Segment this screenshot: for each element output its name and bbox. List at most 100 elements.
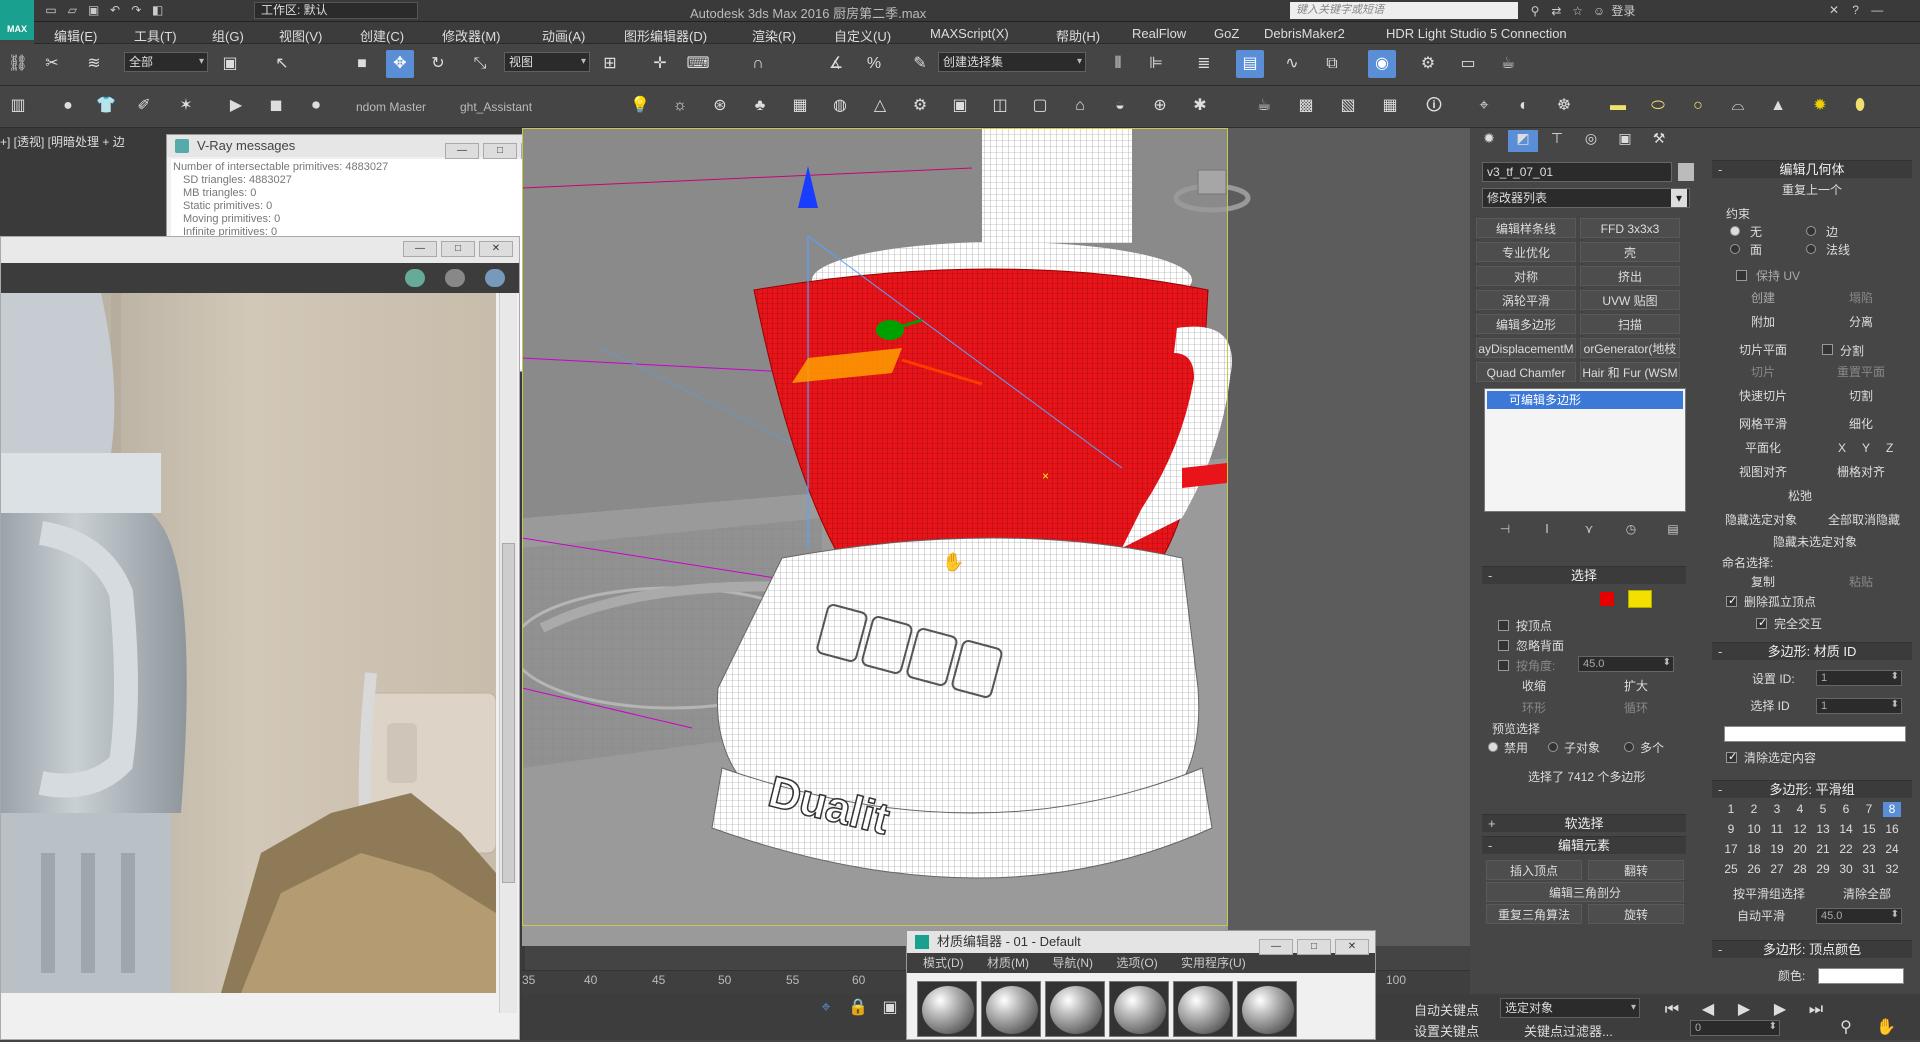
smoothing-group-button[interactable]: 31	[1860, 862, 1878, 877]
circle-shape-icon[interactable]: ○	[1684, 92, 1712, 120]
slice-plane-button[interactable]: 切片平面	[1716, 340, 1810, 360]
vray-vfb-icon[interactable]: ▣	[946, 92, 974, 120]
random-master-label[interactable]: ndom Master	[356, 100, 426, 114]
smoothing-group-button[interactable]: 30	[1837, 862, 1855, 877]
modifier-button[interactable]: 专业优化	[1476, 242, 1576, 262]
menu-create[interactable]: 创建(C)	[360, 26, 404, 45]
smoothing-group-button[interactable]: 5	[1814, 802, 1832, 817]
exchange-icon[interactable]: ⇄	[1547, 3, 1565, 19]
globe-icon[interactable]: ◐	[1510, 92, 1538, 120]
cut-button[interactable]: 切割	[1814, 386, 1908, 406]
material-editor-icon[interactable]: ◉	[1368, 50, 1396, 78]
stop-render-icon[interactable]	[445, 269, 465, 287]
lamp-icon[interactable]: 🛈	[1420, 92, 1448, 120]
by-angle-checkbox[interactable]	[1498, 660, 1509, 671]
modifier-button[interactable]: UVW 贴图	[1580, 290, 1680, 310]
vray-clipper-icon[interactable]: ⌂	[1066, 92, 1094, 120]
ribbon-icon[interactable]: ▥	[4, 92, 32, 120]
menu-help[interactable]: 帮助(H)	[1056, 26, 1100, 45]
smoothing-groups-rollout-header[interactable]: - 多边形: 平滑组	[1712, 780, 1912, 798]
soft-selection-rollout-header[interactable]: + 软选择	[1482, 814, 1686, 832]
select-object-icon[interactable]: ▣	[216, 50, 244, 78]
maximize-button[interactable]: □	[1297, 939, 1331, 955]
modifier-button[interactable]: 壳	[1580, 242, 1680, 262]
key-selection-dropdown[interactable]: 选定对象	[1500, 998, 1640, 1018]
light-assistant-label[interactable]: ght_Assistant	[460, 100, 532, 114]
smoothing-group-button[interactable]: 32	[1883, 862, 1901, 877]
bind-spacewarp-icon[interactable]: ≋	[80, 50, 108, 78]
selection-rollout-header[interactable]: - 选择	[1482, 566, 1686, 584]
element-mode-icon[interactable]	[1628, 590, 1652, 608]
undo-icon[interactable]: ↶	[106, 2, 124, 18]
pivot-center-icon[interactable]: ⊞	[596, 50, 624, 78]
smoothing-group-button[interactable]: 8	[1883, 802, 1901, 817]
open-file-icon[interactable]: ▱	[63, 2, 81, 18]
render-scrollbar[interactable]	[499, 293, 517, 1013]
vray-env-icon[interactable]: ⊕	[1146, 92, 1174, 120]
mat-menu-utilities[interactable]: 实用程序(U)	[1181, 956, 1246, 970]
smoothing-group-button[interactable]: 20	[1791, 842, 1809, 857]
render-setup-icon[interactable]: ⚙	[1414, 50, 1442, 78]
menu-maxscript[interactable]: MAXScript(X)	[930, 26, 1009, 41]
vray-sphere-icon[interactable]: ◍	[826, 92, 854, 120]
menu-debrismaker[interactable]: DebrisMaker2	[1264, 26, 1345, 41]
render-window-titlebar[interactable]: — □ ✕	[1, 237, 519, 263]
menu-realflow[interactable]: RealFlow	[1132, 26, 1186, 41]
keyboard-shortcut-icon[interactable]: ⌨	[684, 50, 712, 78]
app-logo[interactable]: MAX	[0, 0, 34, 40]
go-end-icon[interactable]: ⏭	[1802, 996, 1830, 1024]
reference-coord-dropdown[interactable]: 视图	[504, 52, 590, 72]
binoculars-icon[interactable]: ⚲	[1526, 3, 1544, 19]
absolute-mode-icon[interactable]: ▣	[876, 994, 904, 1022]
vray-mesh-icon[interactable]: ⚙	[906, 92, 934, 120]
smoothing-group-button[interactable]: 29	[1814, 862, 1832, 877]
menu-edit[interactable]: 编辑(E)	[54, 26, 97, 45]
meshsmooth-button[interactable]: 网格平滑	[1716, 414, 1810, 434]
stop-icon[interactable]: ◼	[262, 92, 290, 120]
modifier-button[interactable]: 扫描	[1580, 314, 1680, 334]
menu-goz[interactable]: GoZ	[1214, 26, 1239, 41]
smoothing-group-button[interactable]: 9	[1722, 822, 1740, 837]
cone-shape-icon[interactable]: ▲	[1764, 92, 1792, 120]
modifier-stack[interactable]: 可编辑多边形	[1484, 388, 1686, 512]
modifier-button[interactable]: Hair 和 Fur (WSM	[1580, 362, 1680, 382]
maximize-button[interactable]: □	[441, 241, 475, 257]
smoothing-group-button[interactable]: 18	[1745, 842, 1763, 857]
scroll-thumb[interactable]	[502, 543, 515, 883]
slice-button[interactable]: 切片	[1716, 362, 1810, 382]
cloth-icon[interactable]: 👕	[92, 92, 120, 120]
smoothing-group-button[interactable]: 26	[1745, 862, 1763, 877]
minimize-button[interactable]: —	[1259, 939, 1293, 955]
vertex-color-swatch[interactable]	[1818, 968, 1904, 984]
smoothing-group-button[interactable]: 21	[1814, 842, 1832, 857]
render-production-icon[interactable]: ☕	[1494, 50, 1522, 78]
polygon-mode-icon[interactable]	[1600, 592, 1614, 606]
curve-editor-icon[interactable]: ∿	[1278, 50, 1306, 78]
modifier-button[interactable]: ayDisplacementM	[1476, 338, 1576, 358]
planar-z-button[interactable]: Z	[1886, 441, 1893, 455]
help-icon[interactable]: ?	[1847, 2, 1865, 18]
play-icon[interactable]: ▶	[222, 92, 250, 120]
percent-snap-icon[interactable]: %	[860, 50, 888, 78]
menu-graph-editors[interactable]: 图形编辑器(D)	[624, 26, 707, 45]
edit-geometry-rollout-header[interactable]: - 编辑几何体	[1712, 160, 1912, 178]
set-id-spinner[interactable]: 1	[1816, 670, 1902, 686]
smoothing-group-button[interactable]: 2	[1745, 802, 1763, 817]
create-tab-icon[interactable]: ✹	[1474, 130, 1504, 152]
menu-group[interactable]: 组(G)	[212, 26, 244, 45]
sphere-icon[interactable]: ●	[54, 92, 82, 120]
film-icon[interactable]: ☸	[1550, 92, 1578, 120]
smoothing-group-button[interactable]: 22	[1837, 842, 1855, 857]
lock-icon[interactable]: 🔒	[844, 994, 872, 1022]
render-region-icon[interactable]: ▧	[1334, 92, 1362, 120]
modify-tab-icon[interactable]: ◩	[1508, 130, 1538, 152]
edit-named-sel-icon[interactable]: ✎	[906, 50, 934, 78]
smoothing-group-button[interactable]: 11	[1768, 822, 1786, 837]
smoothing-group-button[interactable]: 15	[1860, 822, 1878, 837]
menu-customize[interactable]: 自定义(U)	[834, 26, 891, 45]
smoothing-group-button[interactable]: 10	[1745, 822, 1763, 837]
modifier-button[interactable]: 对称	[1476, 266, 1576, 286]
shrink-button[interactable]: 收缩	[1486, 676, 1582, 696]
align-icon[interactable]: ⊫	[1142, 50, 1170, 78]
login-link[interactable]: 登录	[1611, 4, 1635, 18]
